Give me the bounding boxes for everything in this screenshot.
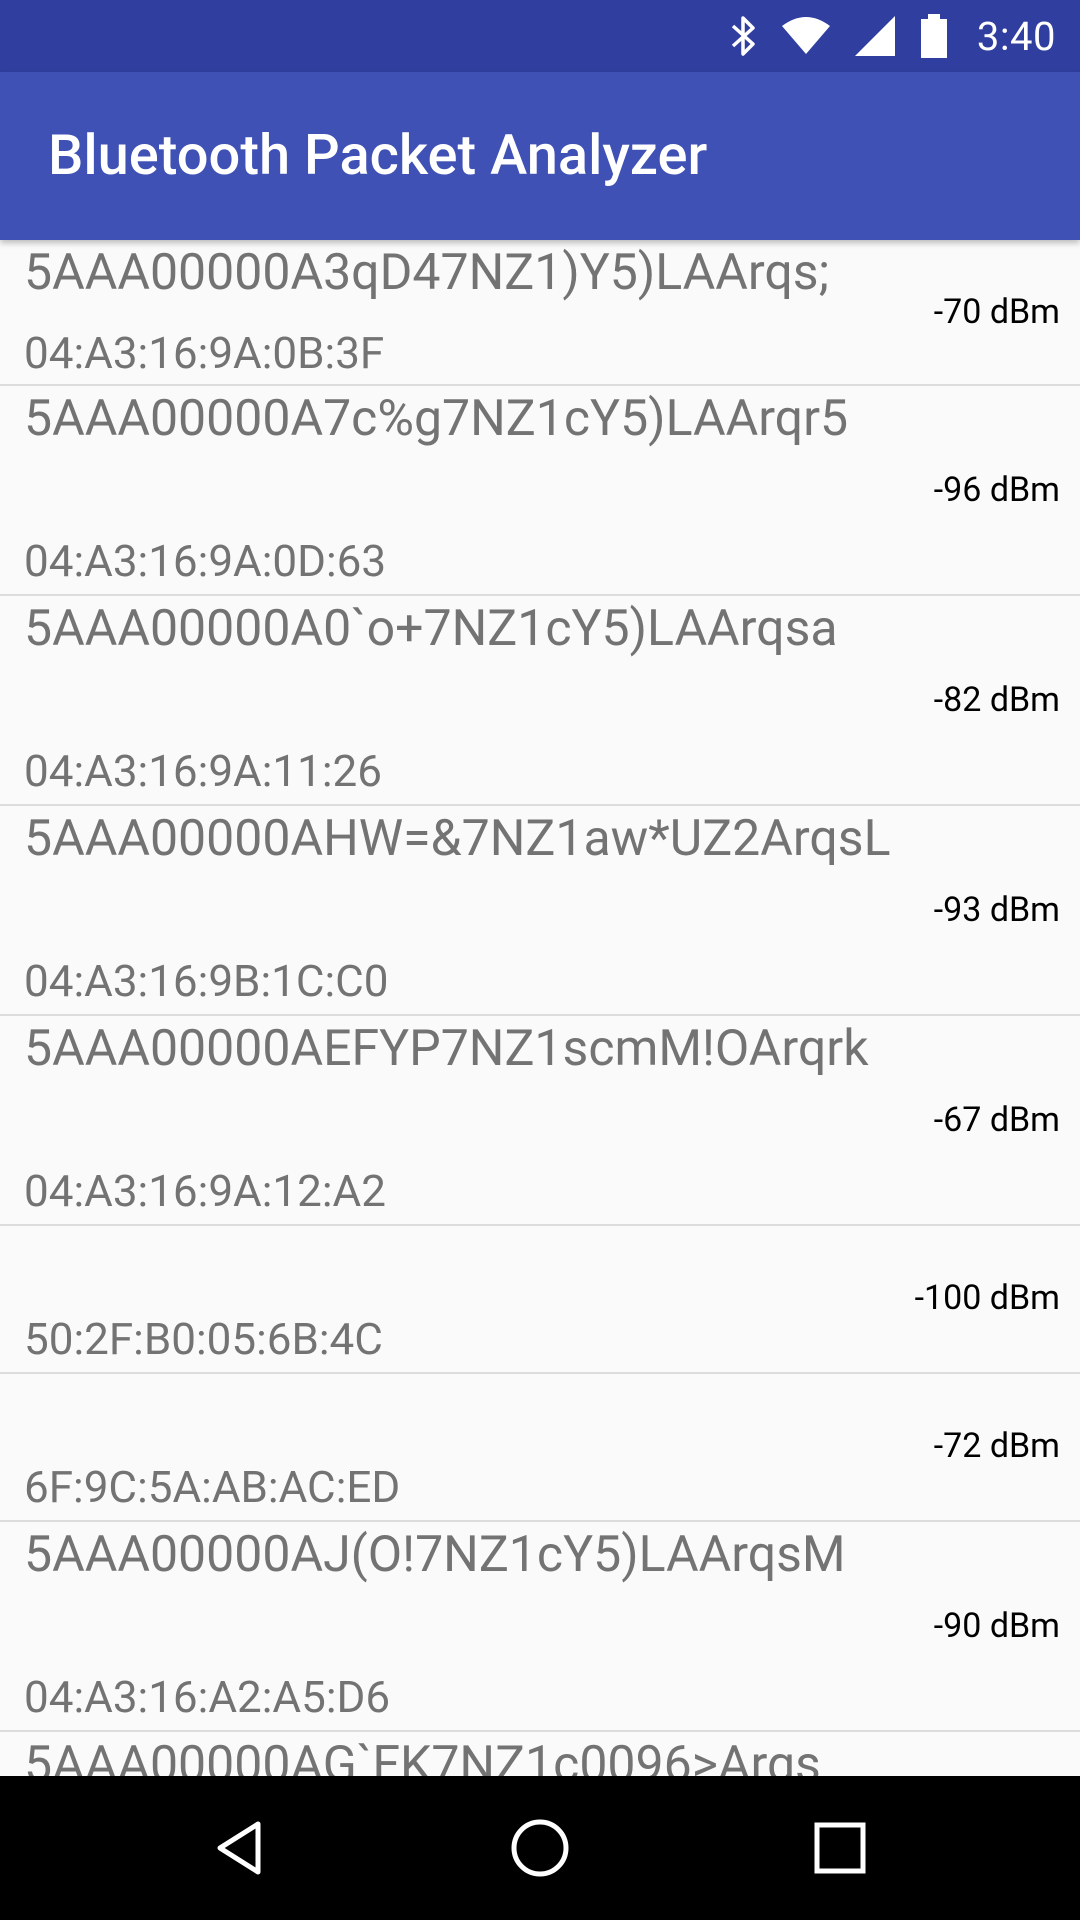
device-row[interactable]: 6F:9C:5A:AB:AC:ED -72 dBm [0, 1374, 1080, 1522]
device-list[interactable]: 5AAA00000A3qD47NZ1)Y5)LAArqs; 04:A3:16:9… [0, 240, 1080, 1776]
device-text: 5AAA00000AEFYP7NZ1scmM!OArqrk [24, 1016, 894, 1081]
device-rssi: -82 dBm [933, 680, 1060, 720]
device-mac: 04:A3:16:9A:11:26 [24, 745, 382, 797]
device-text: 5AAA00000AG`FK7NZ1c0096>Args [24, 1732, 894, 1776]
back-icon [217, 1821, 261, 1875]
device-mac: 04:A3:16:9A:12:A2 [24, 1165, 386, 1217]
back-button[interactable] [168, 1776, 312, 1920]
bluetooth-icon [731, 16, 755, 56]
battery-icon [920, 14, 947, 58]
device-row[interactable]: 5AAA00000AJ(O!7NZ1cY5)LAArqsM 04:A3:16:A… [0, 1522, 1080, 1732]
device-text: 5AAA00000A3qD47NZ1)Y5)LAArqs; [24, 240, 894, 305]
device-mac: 50:2F:B0:05:6B:4C [24, 1313, 383, 1365]
device-row[interactable]: 5AAA00000AG`FK7NZ1c0096>Args [0, 1732, 1080, 1776]
device-name: 5AAA00000A7c%g7NZ1cY5)LAArqr5 [24, 390, 849, 448]
device-row[interactable]: 5AAA00000A7c%g7NZ1cY5)LAArqr5 04:A3:16:9… [0, 386, 1080, 596]
device-rssi: -100 dBm [914, 1278, 1060, 1318]
device-name: 5AAA00000A3qD47NZ1)Y5)LAArqs; [24, 244, 830, 302]
device-rssi: -70 dBm [933, 292, 1060, 332]
device-row[interactable]: 5AAA00000AHW=&7NZ1aw*UZ2ArqsL 04:A3:16:9… [0, 806, 1080, 1016]
home-button[interactable] [468, 1776, 612, 1920]
device-rssi: -67 dBm [933, 1100, 1060, 1140]
device-rssi: -72 dBm [933, 1426, 1060, 1466]
device-name: 5AAA00000AHW=&7NZ1aw*UZ2ArqsL [24, 810, 891, 868]
device-text: 5AAA00000A7c%g7NZ1cY5)LAArqr5 [24, 386, 894, 451]
app-bar: Bluetooth Packet Analyzer [0, 72, 1080, 240]
cell-signal-icon [854, 16, 895, 56]
device-text: 5AAA00000AJ(O!7NZ1cY5)LAArqsM [24, 1522, 894, 1587]
recents-button[interactable] [768, 1776, 912, 1920]
device-mac: 04:A3:16:9A:0B:3F [24, 327, 385, 379]
app-title: Bluetooth Packet Analyzer [48, 122, 708, 188]
device-rssi: -93 dBm [933, 890, 1060, 930]
device-text: 5AAA00000A0`o+7NZ1cY5)LAArqsa [24, 596, 894, 661]
device-mac: 04:A3:16:9A:0D:63 [24, 535, 387, 587]
device-name: 5AAA00000AG`FK7NZ1c0096>Args [24, 1736, 821, 1776]
status-icons: 3:40 [729, 0, 1056, 72]
device-row[interactable]: 5AAA00000AEFYP7NZ1scmM!OArqrk 04:A3:16:9… [0, 1016, 1080, 1226]
device-mac: 04:A3:16:9B:1C:C0 [24, 955, 389, 1007]
wifi-icon [781, 17, 830, 54]
device-row[interactable]: 5AAA00000A3qD47NZ1)Y5)LAArqs; 04:A3:16:9… [0, 240, 1080, 386]
status-time: 3:40 [976, 12, 1056, 60]
home-icon [511, 1819, 569, 1877]
device-rssi: -90 dBm [933, 1606, 1060, 1646]
device-row[interactable]: 50:2F:B0:05:6B:4C -100 dBm [0, 1226, 1080, 1374]
status-bar: 3:40 [0, 0, 1080, 72]
device-rssi: -96 dBm [933, 470, 1060, 510]
device-row[interactable]: 5AAA00000A0`o+7NZ1cY5)LAArqsa 04:A3:16:9… [0, 596, 1080, 806]
navigation-bar [0, 1776, 1080, 1920]
recents-icon [814, 1822, 866, 1874]
device-mac: 04:A3:16:A2:A5:D6 [24, 1671, 391, 1723]
device-mac: 6F:9C:5A:AB:AC:ED [24, 1461, 401, 1513]
device-text: 5AAA00000AHW=&7NZ1aw*UZ2ArqsL [24, 806, 894, 871]
device-name: 5AAA00000AEFYP7NZ1scmM!OArqrk [24, 1020, 869, 1078]
device-name: 5AAA00000A0`o+7NZ1cY5)LAArqsa [24, 600, 838, 658]
device-name: 5AAA00000AJ(O!7NZ1cY5)LAArqsM [24, 1526, 846, 1584]
